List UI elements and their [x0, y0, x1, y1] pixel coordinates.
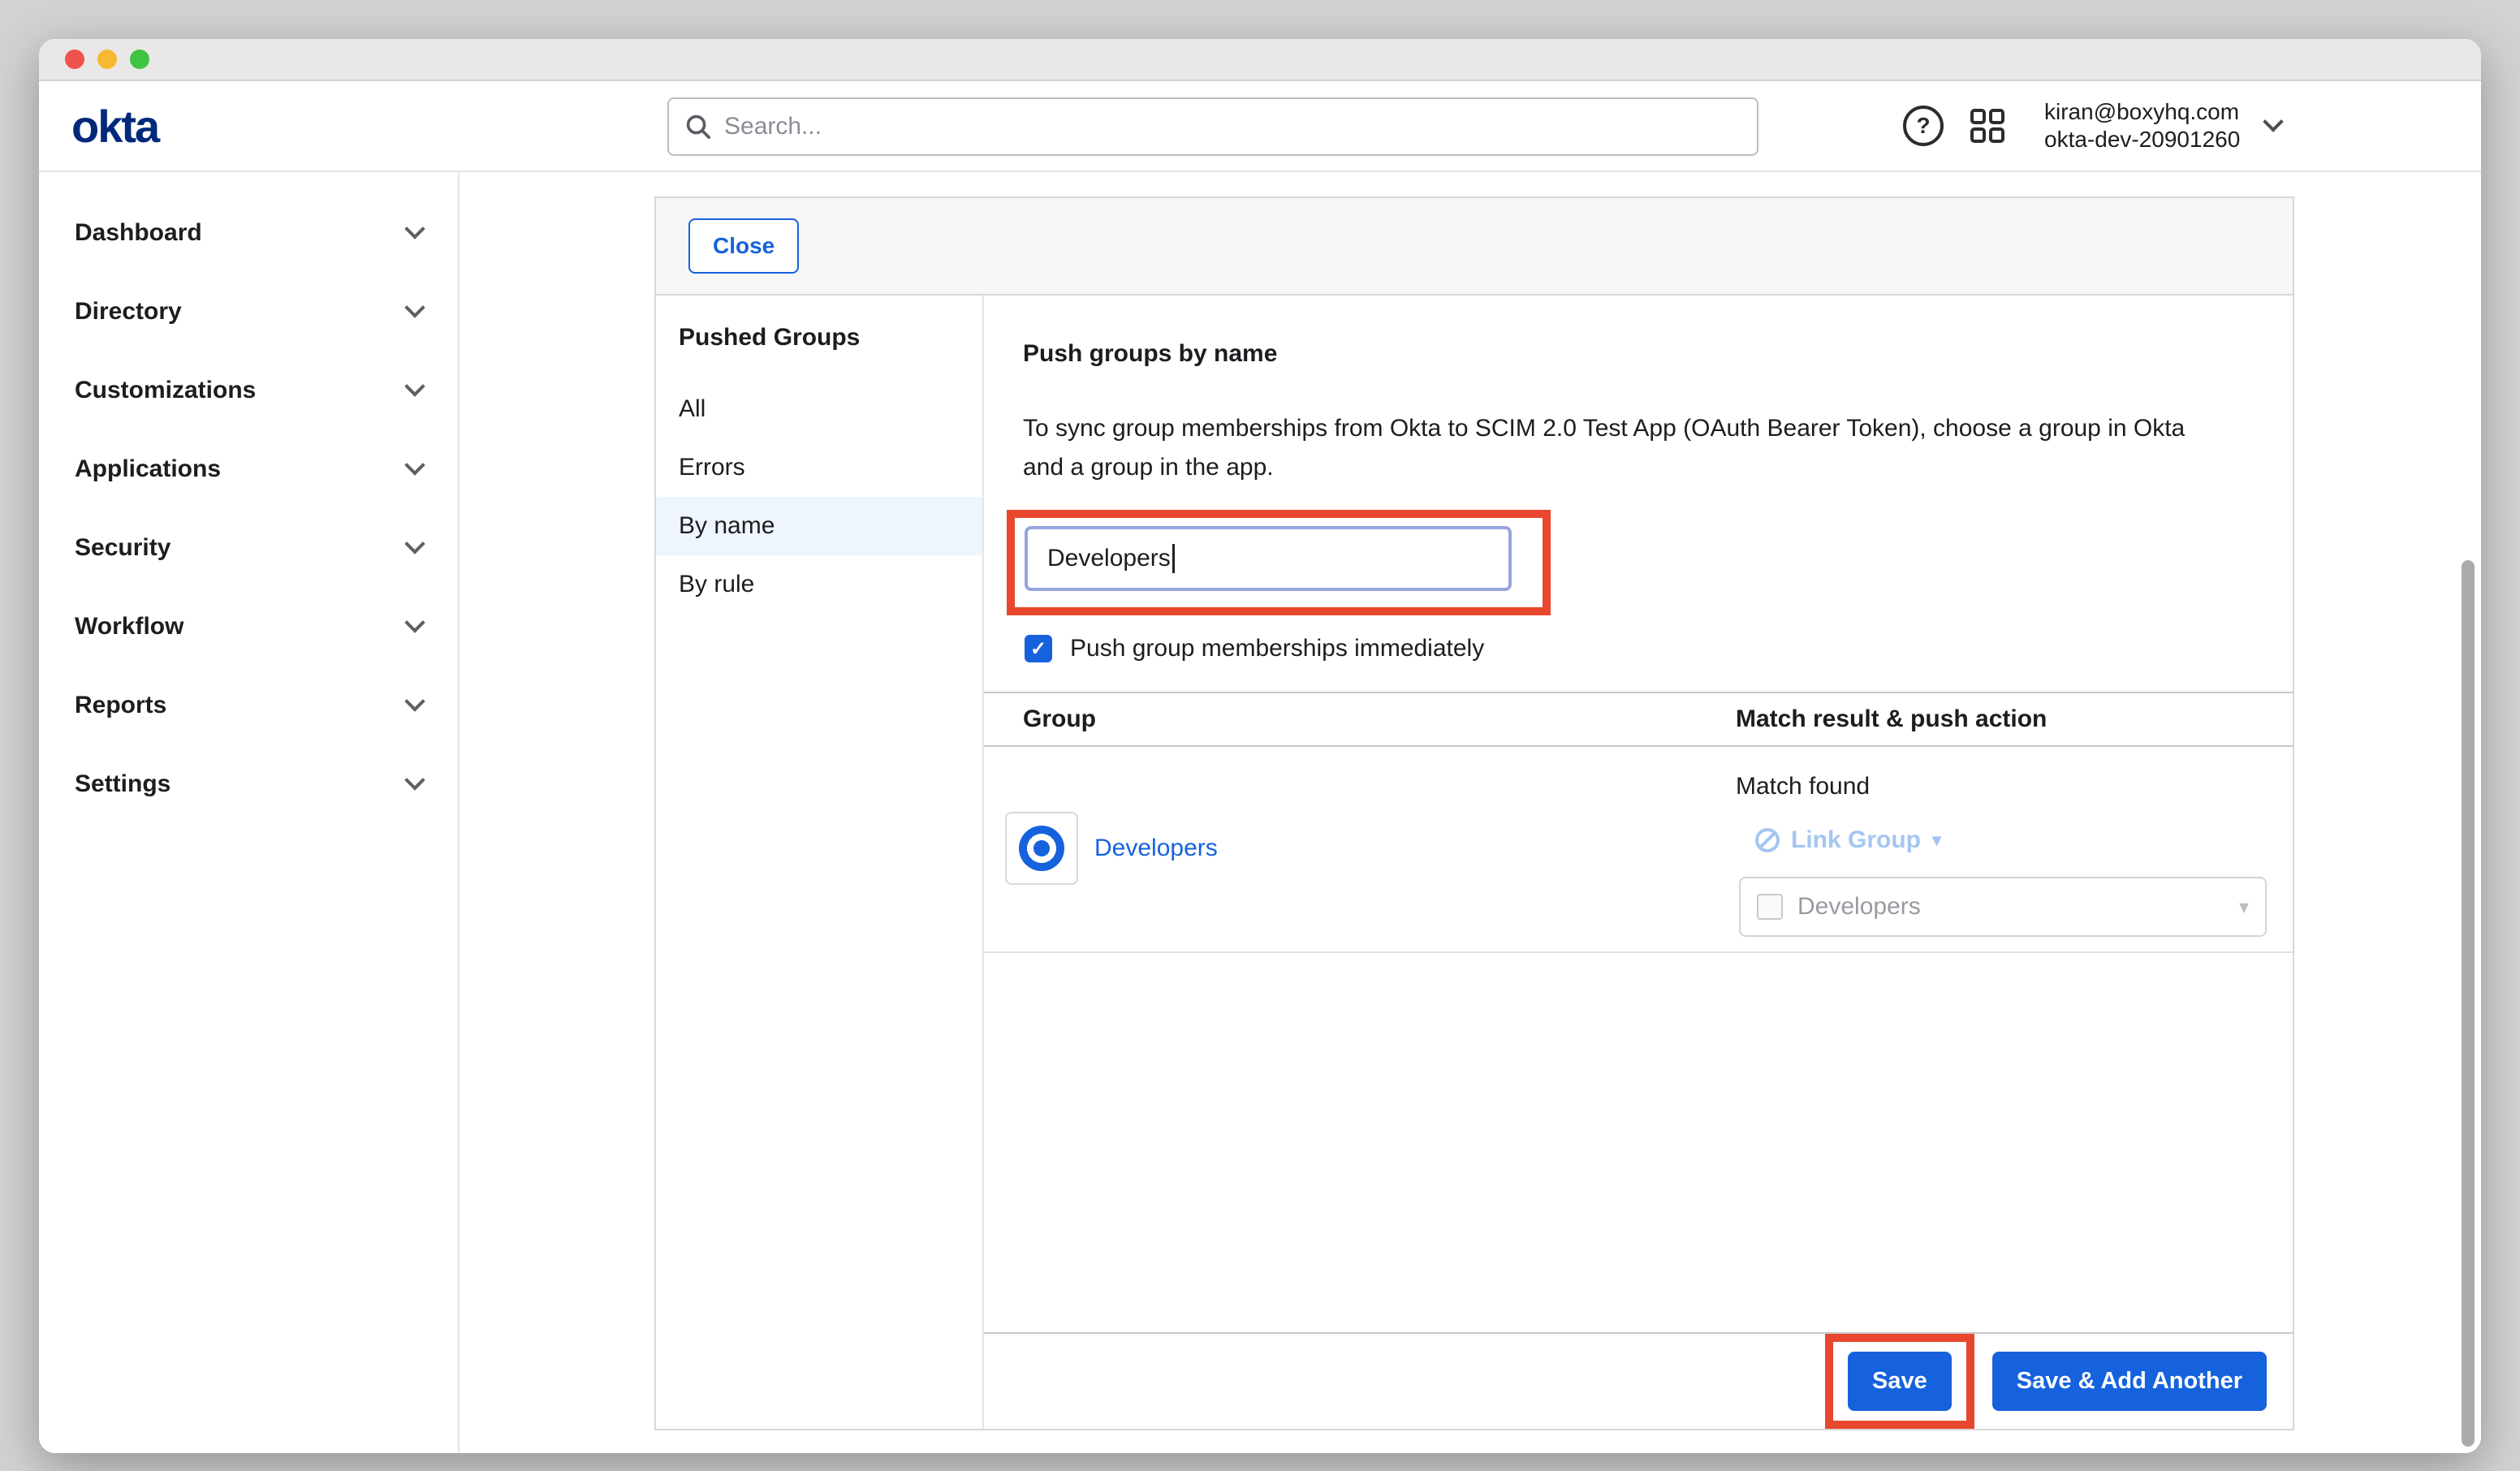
help-icon[interactable]: ? — [1903, 106, 1944, 146]
global-search[interactable] — [667, 97, 1758, 156]
chevron-down-icon — [404, 455, 425, 475]
app-grid-icon[interactable] — [1970, 108, 2005, 144]
user-email: kiran@boxyhq.com — [2044, 98, 2240, 126]
user-org: okta-dev-20901260 — [2044, 126, 2240, 153]
sidebar-item-dashboard[interactable]: Dashboard — [39, 193, 458, 272]
link-group-label: Link Group — [1791, 826, 1921, 854]
match-result-cell: Match found Link Group ▾ Developers — [1736, 760, 2293, 937]
app-header: okta ? kiran@boxyhq.com okta-dev-2090126… — [39, 81, 2481, 172]
close-button[interactable]: Close — [688, 218, 799, 274]
subnav-item-all[interactable]: All — [656, 380, 982, 438]
app-group-select[interactable]: Developers ▾ — [1739, 877, 2267, 937]
group-search-input[interactable]: Developers — [1025, 526, 1512, 591]
column-group: Group — [984, 705, 1736, 733]
by-name-pane: Push groups by name To sync group member… — [984, 295, 2293, 1429]
search-input[interactable] — [724, 113, 1741, 140]
checkbox-label: Push group memberships immediately — [1070, 635, 1484, 662]
group-icon — [1005, 812, 1078, 885]
group-link[interactable]: Developers — [1094, 835, 1218, 862]
group-search-input-value: Developers — [1047, 545, 1171, 572]
caret-down-icon: ▾ — [2239, 895, 2249, 919]
window-minimize-button[interactable] — [97, 50, 117, 69]
group-donut-icon — [1019, 826, 1064, 871]
panel-header: Close — [656, 198, 2293, 295]
chevron-down-icon — [404, 376, 425, 396]
subnav-item-errors[interactable]: Errors — [656, 438, 982, 497]
search-icon — [685, 114, 711, 140]
sidebar-item-settings[interactable]: Settings — [39, 744, 458, 823]
chevron-down-icon — [404, 770, 425, 790]
sidebar-item-workflow[interactable]: Workflow — [39, 587, 458, 666]
table-header: Group Match result & push action — [984, 692, 2293, 747]
save-add-another-button[interactable]: Save & Add Another — [1992, 1352, 2267, 1411]
chevron-down-icon — [404, 297, 425, 317]
annotation-highlight-input: Developers — [1007, 510, 1551, 615]
chevron-down-icon — [404, 533, 425, 554]
chevron-down-icon — [404, 218, 425, 239]
push-immediately-checkbox[interactable]: ✓ — [1025, 635, 1052, 662]
pane-title: Push groups by name — [1023, 338, 2267, 370]
column-match-result: Match result & push action — [1736, 705, 2293, 733]
group-cell: Developers — [984, 760, 1736, 937]
chevron-down-icon — [404, 691, 425, 711]
window-titlebar — [39, 39, 2481, 81]
select-value: Developers — [1797, 893, 1921, 921]
push-groups-panel: Close Pushed Groups All Errors By name B… — [654, 196, 2294, 1430]
subnav-item-by-name[interactable]: By name — [656, 497, 982, 555]
screenshot-stage: okta ? kiran@boxyhq.com okta-dev-2090126… — [0, 0, 2520, 1471]
sidebar-item-reports[interactable]: Reports — [39, 666, 458, 744]
header-right-cluster: ? kiran@boxyhq.com okta-dev-20901260 — [1903, 81, 2281, 170]
browser-window: okta ? kiran@boxyhq.com okta-dev-2090126… — [39, 39, 2481, 1453]
pushed-groups-subnav: Pushed Groups All Errors By name By rule — [656, 295, 984, 1429]
main-content: Close Pushed Groups All Errors By name B… — [460, 172, 2481, 1453]
main-row: Dashboard Directory Customizations Appli… — [39, 172, 2481, 1453]
sidebar-item-security[interactable]: Security — [39, 508, 458, 587]
chevron-down-icon[interactable] — [2263, 111, 2284, 132]
caret-down-icon: ▾ — [1932, 830, 1941, 851]
subnav-title: Pushed Groups — [656, 321, 982, 354]
sidebar-item-customizations[interactable]: Customizations — [39, 351, 458, 429]
account-menu[interactable]: kiran@boxyhq.com okta-dev-20901260 — [2044, 98, 2240, 153]
sidebar-item-directory[interactable]: Directory — [39, 272, 458, 351]
annotation-highlight-save: Save — [1825, 1334, 1974, 1429]
window-close-button[interactable] — [65, 50, 84, 69]
push-immediately-row: ✓ Push group memberships immediately — [1023, 635, 2267, 662]
save-button[interactable]: Save — [1848, 1352, 1952, 1411]
panel-body: Pushed Groups All Errors By name By rule… — [656, 295, 2293, 1429]
panel-footer: Save Save & Add Another — [984, 1332, 2293, 1429]
check-icon: ✓ — [1030, 637, 1046, 661]
link-group-icon — [1755, 828, 1780, 852]
match-status: Match found — [1736, 760, 2293, 800]
text-cursor — [1172, 544, 1175, 573]
okta-logo[interactable]: okta — [71, 100, 158, 153]
pane-description: To sync group memberships from Okta to S… — [1023, 409, 2228, 487]
sidebar: Dashboard Directory Customizations Appli… — [39, 172, 460, 1453]
chevron-down-icon — [404, 612, 425, 632]
select-checkbox-icon — [1757, 894, 1783, 920]
table-row: Developers Match found Link Group ▾ — [984, 747, 2293, 953]
sidebar-item-applications[interactable]: Applications — [39, 429, 458, 508]
link-group-dropdown[interactable]: Link Group ▾ — [1755, 826, 2293, 854]
subnav-item-by-rule[interactable]: By rule — [656, 555, 982, 614]
vertical-scrollbar[interactable] — [2462, 560, 2475, 1447]
empty-area — [984, 953, 2293, 1332]
window-zoom-button[interactable] — [130, 50, 149, 69]
